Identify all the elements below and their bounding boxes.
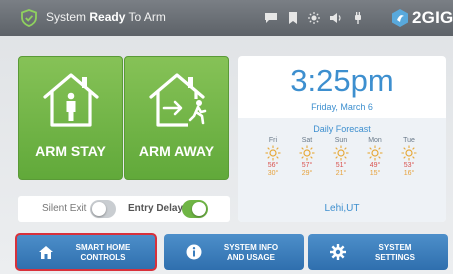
status-state: Ready [89,10,126,24]
sun-icon [401,145,417,161]
forecast-day: Sat 57° 29° [292,137,322,178]
arm-away-button[interactable]: ARM AWAY [124,56,229,180]
forecast-day: Fri 56° 30° [258,137,288,178]
low-temp: 21° [335,170,347,177]
shield-check-icon[interactable] [20,9,38,27]
button-label-line: SMART HOME [75,243,131,252]
status-bar: System Ready To Arm 2GIG [0,0,453,36]
day-name: Tue [403,137,415,144]
panel-screen: System Ready To Arm 2GIG ARM STAY ARM AW… [0,0,453,274]
clock-weather-panel[interactable]: 3:25pm Friday, March 6 Daily Forecast Fr… [238,56,446,222]
day-name: Fri [268,137,278,144]
brand-name: 2GIG [412,8,453,27]
toggle-knob [92,202,106,216]
gear-icon [330,244,346,260]
button-label-line: SYSTEM [378,243,412,252]
day-name: Mon [368,137,382,144]
home-icon [39,246,53,259]
button-label-line: SETTINGS [374,253,415,262]
daily-forecast: Daily Forecast Fri 56° 30° Sat 57° 29° S… [238,118,446,222]
smart-home-controls-button[interactable]: SMART HOME CONTROLS [15,233,157,271]
button-label-line: SYSTEM INFO [223,243,279,252]
brand-logo: 2GIG [391,8,453,28]
low-temp: 15° [369,170,381,177]
clock-time: 3:25pm [290,63,394,98]
status-prefix: System [46,10,87,24]
high-temp: 51° [335,162,347,169]
forecast-day: Mon 49° 15° [360,137,390,178]
silent-exit-toggle[interactable] [90,200,116,218]
button-label-line: AND USAGE [226,253,275,262]
forecast-day: Tue 53° 16° [394,137,424,178]
low-temp: 16° [403,170,415,177]
day-name: Sun [334,137,348,144]
info-icon [186,244,202,260]
button-label-line: CONTROLS [80,253,126,262]
system-info-button[interactable]: SYSTEM INFO AND USAGE [164,234,304,270]
high-temp: 49° [369,162,381,169]
volume-icon[interactable] [329,12,343,24]
high-temp: 53° [403,162,415,169]
silent-exit-label: Silent Exit [42,203,87,214]
home-exit-icon [149,73,207,127]
bookmark-icon[interactable] [288,12,298,24]
low-temp: 29° [301,170,313,177]
entry-delay-label: Entry Delay [128,203,184,214]
system-settings-button[interactable]: SYSTEM SETTINGS [308,234,448,270]
forecast-title: Daily Forecast [313,124,371,134]
arm-away-label: ARM AWAY [138,143,215,159]
sun-icon [265,145,281,161]
system-info-label: SYSTEM INFO AND USAGE [204,243,298,263]
low-temp: 30° [267,170,279,177]
system-settings-label: SYSTEM SETTINGS [348,243,442,263]
entry-delay-toggle[interactable] [182,200,208,218]
brightness-icon[interactable] [307,12,321,24]
plug-icon[interactable] [351,12,365,24]
status-suffix: To Arm [128,10,166,24]
high-temp: 56° [267,162,279,169]
arm-stay-label: ARM STAY [35,143,106,159]
toggle-knob [192,202,206,216]
message-icon[interactable] [264,12,278,24]
arming-options-bar: Silent Exit Entry Delay [18,196,230,222]
system-status-text: System Ready To Arm [46,10,166,24]
home-person-icon [43,73,99,127]
weather-location: Lehi,UT [324,203,360,214]
brand-logo-icon [392,9,408,27]
clock-date: Friday, March 6 [311,102,373,112]
arm-stay-button[interactable]: ARM STAY [18,56,123,180]
sun-icon [333,145,349,161]
forecast-day: Sun 51° 21° [326,137,356,178]
day-name: Sat [301,137,313,144]
smart-home-controls-label: SMART HOME CONTROLS [56,243,150,263]
sun-icon [299,145,315,161]
sun-icon [367,145,383,161]
high-temp: 57° [301,162,313,169]
